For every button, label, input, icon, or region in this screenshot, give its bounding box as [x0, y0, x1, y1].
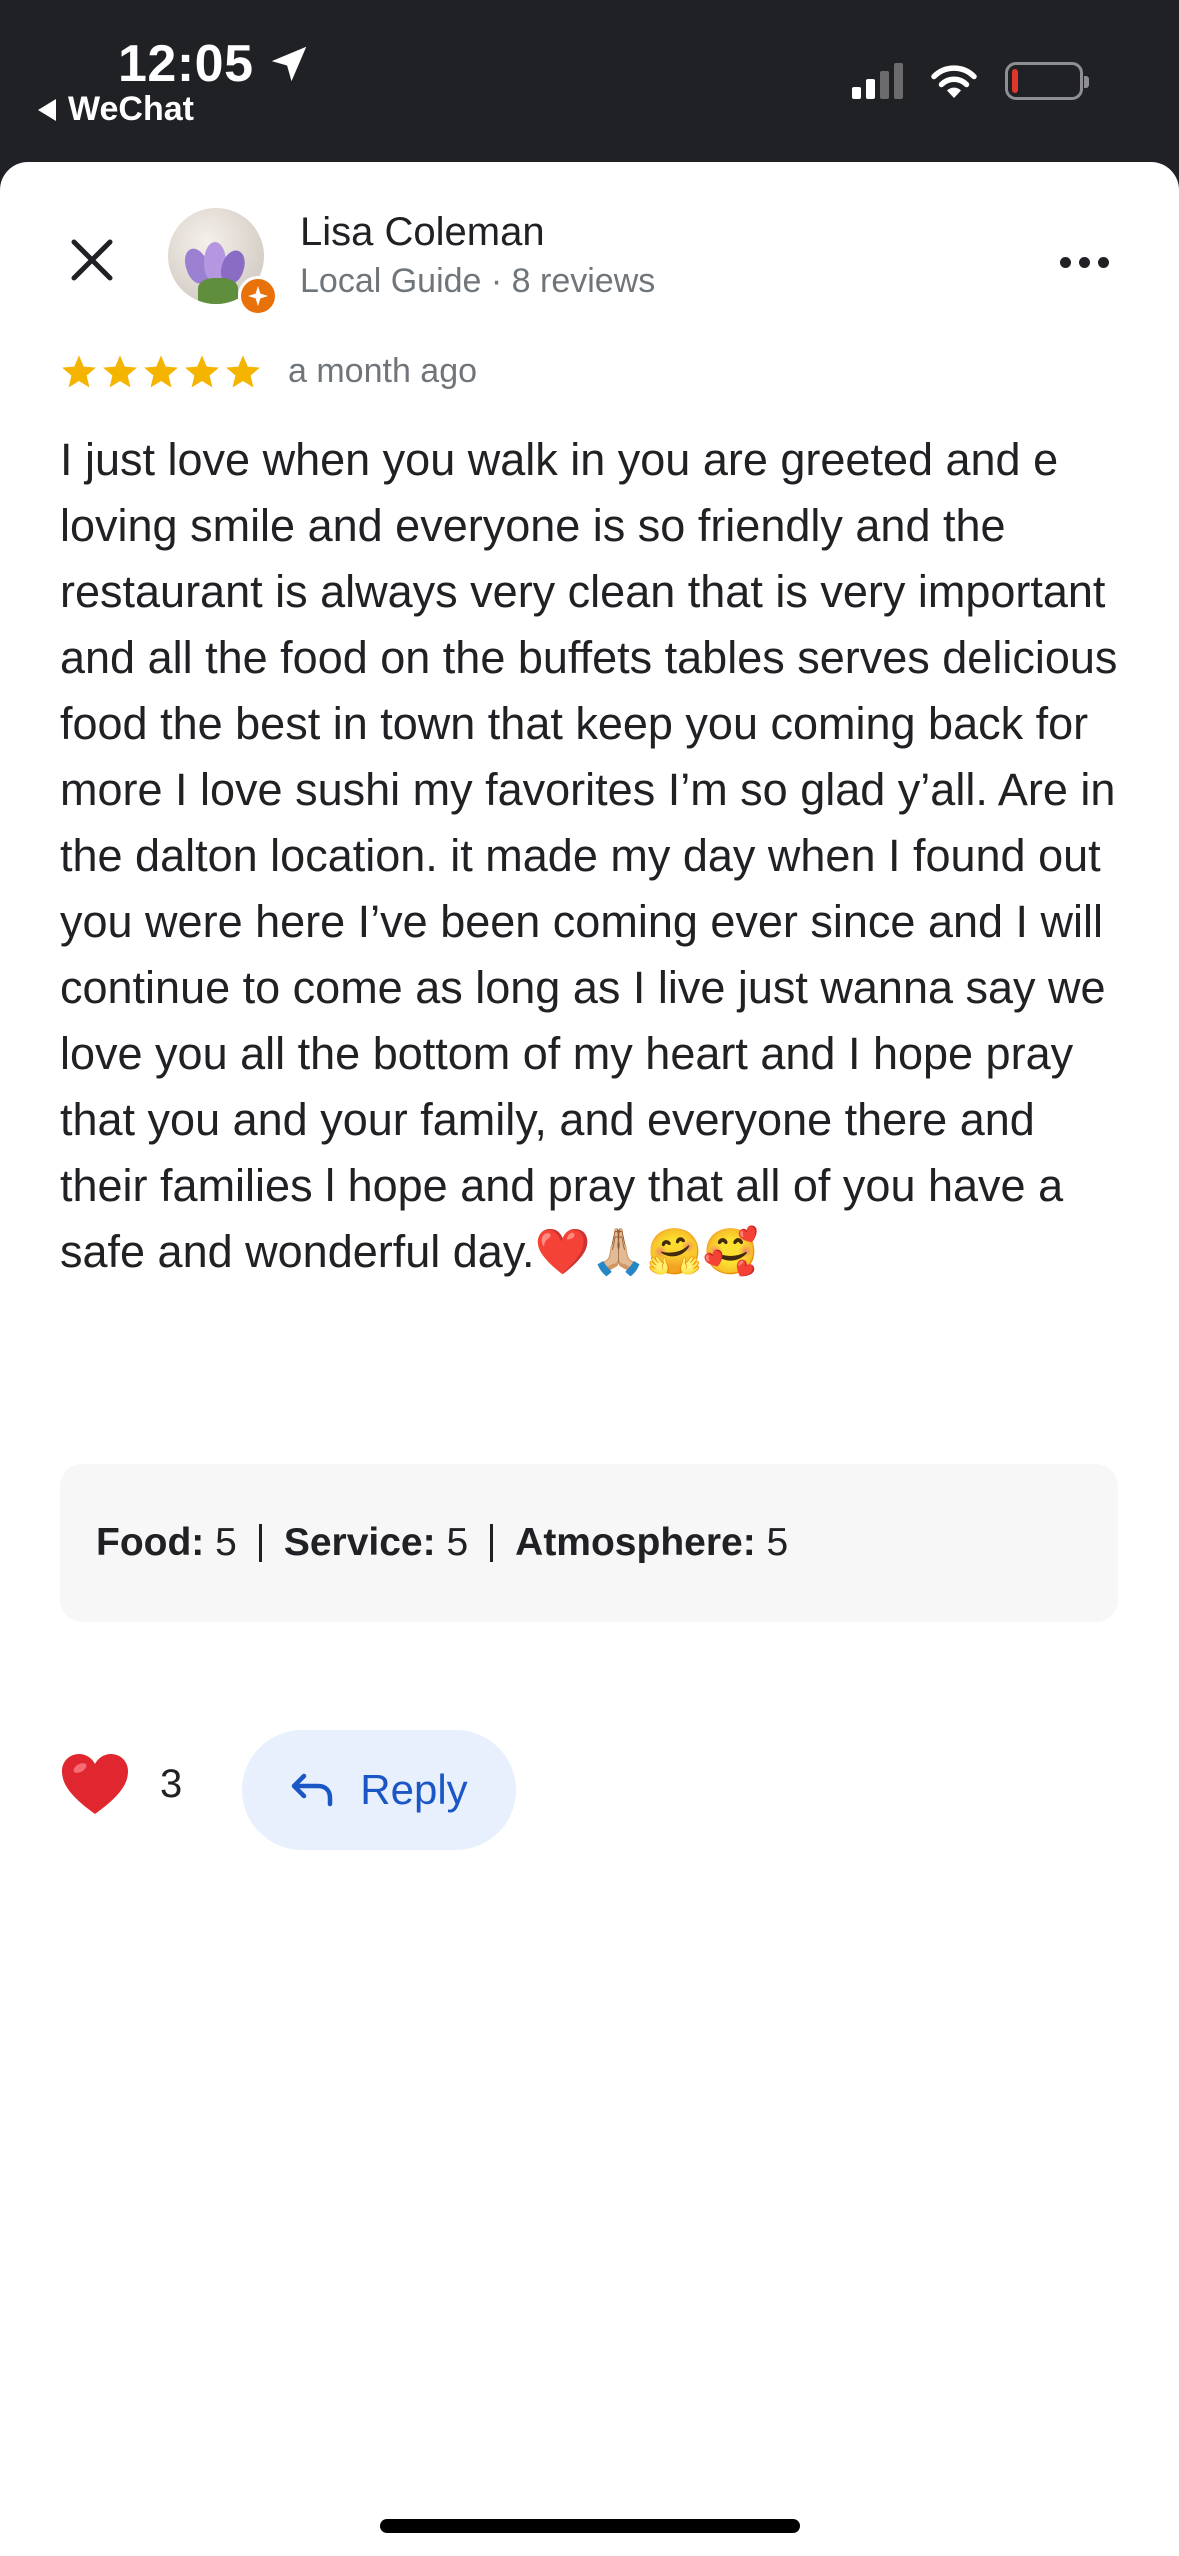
- reply-arrow-icon: [292, 1773, 333, 1807]
- heart-icon: [62, 1754, 128, 1814]
- back-to-app-link[interactable]: WeChat: [38, 90, 194, 129]
- close-button[interactable]: [62, 230, 122, 290]
- star-icon: [62, 354, 96, 388]
- status-indicators: [852, 62, 1089, 100]
- attribute-atmosphere: Atmosphere: 5: [515, 1521, 789, 1564]
- status-time: 12:05: [118, 34, 312, 94]
- attribute-divider: [258, 1524, 262, 1562]
- like-count: 3: [160, 1761, 183, 1806]
- wifi-icon: [931, 65, 977, 98]
- author-name[interactable]: Lisa Coleman: [300, 210, 545, 255]
- star-icon: [144, 354, 178, 388]
- review-sheet: Lisa Coleman Local Guide · 8 reviews a m…: [0, 162, 1179, 2556]
- reply-label: Reply: [360, 1766, 468, 1813]
- attribute-service: Service: 5: [283, 1521, 469, 1564]
- more-options-button[interactable]: [1049, 242, 1119, 282]
- star-icon: [185, 354, 219, 388]
- reply-button[interactable]: Reply: [242, 1730, 516, 1850]
- home-indicator[interactable]: [380, 2519, 800, 2533]
- review-date: a month ago: [288, 352, 478, 390]
- battery-level: [1012, 69, 1019, 93]
- star-rating: [60, 353, 262, 391]
- star-icon: [103, 354, 137, 388]
- cellular-signal-icon: [852, 63, 903, 99]
- status-time-text: 12:05: [118, 35, 254, 93]
- attribute-food: Food: 5: [96, 1521, 237, 1564]
- close-icon: [71, 239, 113, 281]
- review-body: I just love when you walk in you are gre…: [60, 427, 1130, 1285]
- author-avatar[interactable]: [168, 208, 278, 318]
- local-guide-badge-icon: [238, 276, 278, 316]
- review-text: I just love when you walk in you are gre…: [60, 434, 1118, 1277]
- sparkle-icon: [247, 285, 269, 307]
- location-arrow-icon: [271, 46, 306, 82]
- status-bar: 12:05 WeChat: [0, 0, 1179, 162]
- star-icon: [226, 354, 260, 388]
- more-icon: [1059, 256, 1071, 268]
- back-triangle-icon: [38, 98, 56, 121]
- like-button[interactable]: 3: [60, 1752, 182, 1816]
- attribute-divider: [490, 1524, 494, 1562]
- back-app-label: WeChat: [68, 90, 194, 128]
- battery-icon: [1005, 62, 1089, 100]
- review-attributes: Food: 5 Service: 5 Atmosphere: 5: [60, 1464, 1118, 1622]
- rating-row: a month ago: [60, 352, 477, 391]
- review-emojis: ❤️🙏🏼🤗🥰: [534, 1226, 759, 1277]
- author-meta: Local Guide · 8 reviews: [300, 262, 656, 300]
